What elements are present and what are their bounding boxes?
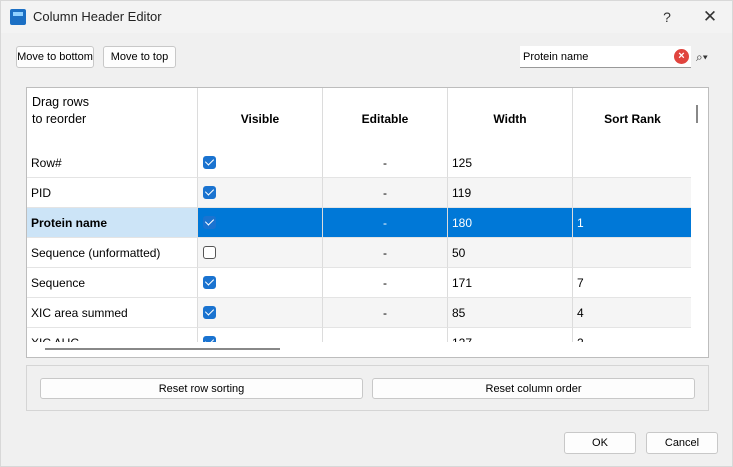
header-sort-rank[interactable]: Sort Rank	[573, 88, 691, 148]
app-icon	[10, 9, 26, 25]
sort-rank-cell[interactable]	[573, 238, 691, 268]
visible-checkbox[interactable]	[203, 156, 216, 170]
reset-row-sorting-button[interactable]: Reset row sorting	[40, 378, 363, 399]
cancel-button[interactable]: Cancel	[646, 432, 718, 454]
row-header[interactable]: Row#	[27, 148, 198, 178]
visible-checkbox[interactable]	[203, 306, 216, 320]
editable-cell[interactable]: -	[323, 178, 448, 208]
title-bar: Column Header Editor ? ✕	[1, 1, 732, 33]
row-header[interactable]: PID	[27, 178, 198, 208]
width-cell[interactable]: 171	[448, 268, 573, 298]
move-to-bottom-button[interactable]: Move to bottom	[16, 46, 94, 68]
sort-rank-cell[interactable]: 7	[573, 268, 691, 298]
sort-rank-cell[interactable]	[573, 178, 691, 208]
table-row[interactable]: Protein name -180 1	[27, 208, 691, 238]
table-row[interactable]: XIC AUC -1272	[27, 328, 691, 342]
table-row[interactable]: XIC area summed -85 4	[27, 298, 691, 328]
search-box: × ⌕▾	[520, 46, 720, 68]
vertical-scrollbar[interactable]	[696, 105, 698, 123]
visible-checkbox[interactable]	[203, 336, 216, 342]
editable-cell[interactable]: -	[323, 208, 448, 238]
editable-cell[interactable]: -	[323, 298, 448, 328]
visible-cell	[198, 298, 323, 328]
move-to-top-button[interactable]: Move to top	[103, 46, 176, 68]
column-header-editor-dialog: Column Header Editor ? ✕ Move to bottom …	[0, 0, 733, 467]
visible-checkbox[interactable]	[203, 276, 216, 290]
visible-checkbox[interactable]	[203, 186, 216, 200]
visible-cell	[198, 178, 323, 208]
row-header[interactable]: Sequence (unformatted)	[27, 238, 198, 268]
width-cell[interactable]: 127	[448, 328, 573, 342]
width-cell[interactable]: 180	[448, 208, 573, 238]
search-input[interactable]	[520, 46, 691, 68]
clear-icon[interactable]: ×	[674, 49, 689, 64]
visible-checkbox[interactable]	[203, 216, 216, 230]
help-button[interactable]: ?	[657, 7, 677, 27]
sort-rank-cell[interactable]	[573, 148, 691, 178]
editable-cell[interactable]: -	[323, 148, 448, 178]
corner-header: Drag rows to reorder	[27, 88, 198, 148]
search-options-icon[interactable]: ⌕▾	[696, 48, 718, 66]
editable-cell[interactable]: -	[323, 328, 448, 342]
width-cell[interactable]: 125	[448, 148, 573, 178]
visible-cell	[198, 208, 323, 238]
reset-column-order-button[interactable]: Reset column order	[372, 378, 695, 399]
visible-checkbox[interactable]	[203, 246, 216, 260]
editable-cell[interactable]: -	[323, 238, 448, 268]
visible-cell	[198, 238, 323, 268]
width-cell[interactable]: 119	[448, 178, 573, 208]
header-width[interactable]: Width	[448, 88, 573, 148]
corner-label-line2: to reorder	[32, 112, 87, 126]
table-row[interactable]: Sequence (unformatted) -50	[27, 238, 691, 268]
sort-rank-cell[interactable]: 4	[573, 298, 691, 328]
table-grid: Drag rows to reorder Visible Editable Wi…	[27, 88, 691, 342]
table-row[interactable]: Sequence -171 7	[27, 268, 691, 298]
row-header[interactable]: Protein name	[27, 208, 198, 238]
sort-rank-cell[interactable]: 1	[573, 208, 691, 238]
sort-rank-cell[interactable]: 2	[573, 328, 691, 342]
corner-label-line1: Drag rows	[32, 95, 89, 109]
table-row[interactable]: Row# -125	[27, 148, 691, 178]
visible-cell	[198, 268, 323, 298]
close-icon[interactable]: ✕	[699, 7, 721, 27]
table-row[interactable]: PID -119	[27, 178, 691, 208]
editable-cell[interactable]: -	[323, 268, 448, 298]
ok-button[interactable]: OK	[564, 432, 636, 454]
visible-cell	[198, 148, 323, 178]
row-header[interactable]: XIC AUC	[27, 328, 198, 342]
column-table: Drag rows to reorder Visible Editable Wi…	[26, 87, 709, 358]
header-visible[interactable]: Visible	[198, 88, 323, 148]
row-header[interactable]: XIC area summed	[27, 298, 198, 328]
horizontal-scrollbar[interactable]	[45, 348, 280, 350]
row-header[interactable]: Sequence	[27, 268, 198, 298]
visible-cell	[198, 328, 323, 342]
width-cell[interactable]: 85	[448, 298, 573, 328]
header-editable[interactable]: Editable	[323, 88, 448, 148]
window-title: Column Header Editor	[33, 9, 162, 24]
width-cell[interactable]: 50	[448, 238, 573, 268]
